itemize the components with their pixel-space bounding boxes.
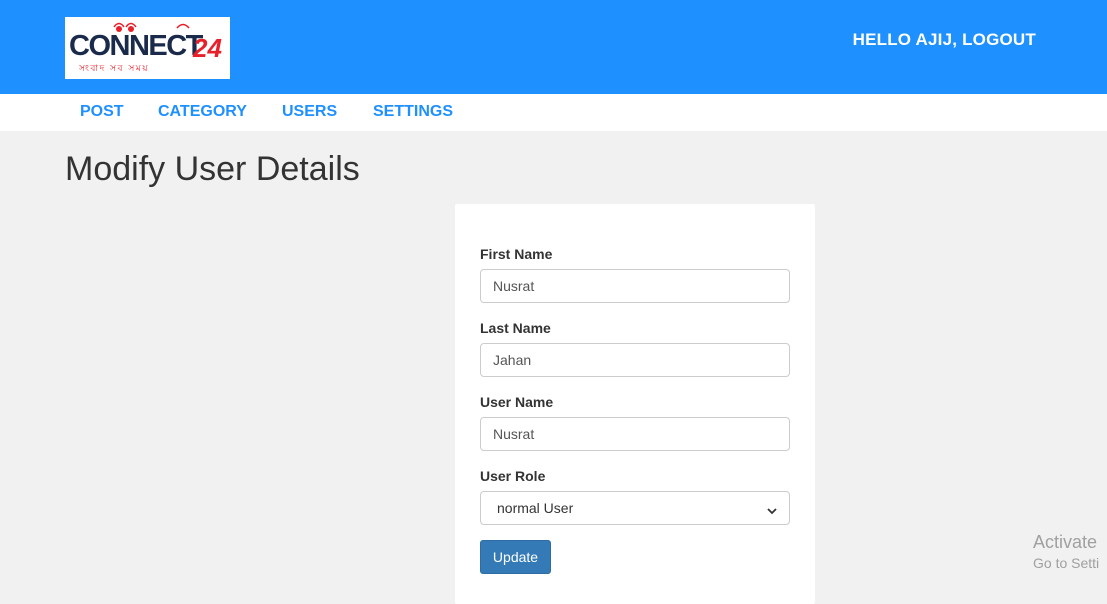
last-name-input[interactable] bbox=[480, 343, 790, 377]
svg-text:24: 24 bbox=[192, 33, 222, 63]
watermark-line-1: Activate bbox=[1033, 532, 1098, 552]
modify-user-form: First Name Last Name User Name User Role… bbox=[455, 204, 815, 604]
user-role-label: User Role bbox=[480, 468, 546, 484]
nav-item-post[interactable]: POST bbox=[80, 103, 124, 121]
user-role-selected-value: normal User bbox=[497, 500, 574, 516]
logo-icon: CONNECT 24 সংবাদ সব সময় bbox=[69, 22, 222, 74]
user-greeting-logout-link[interactable]: HELLO AJIJ, LOGOUT bbox=[853, 30, 1036, 50]
first-name-label: First Name bbox=[480, 246, 553, 262]
windows-activation-watermark: Activate Go to Setti bbox=[1033, 532, 1099, 571]
site-header: CONNECT 24 সংবাদ সব সময় HELLO AJIJ, LOG… bbox=[0, 0, 1107, 94]
user-name-label: User Name bbox=[480, 394, 554, 410]
chevron-down-icon bbox=[767, 503, 777, 515]
site-logo[interactable]: CONNECT 24 সংবাদ সব সময় bbox=[65, 17, 230, 79]
svg-text:CONNECT: CONNECT bbox=[69, 30, 204, 62]
nav-item-users[interactable]: USERS bbox=[282, 103, 337, 121]
svg-text:সংবাদ সব সময়: সংবাদ সব সময় bbox=[78, 64, 149, 74]
watermark-line-2: Go to Setti bbox=[1033, 554, 1100, 571]
first-name-input[interactable] bbox=[480, 269, 790, 303]
update-button[interactable]: Update bbox=[480, 540, 551, 574]
nav-item-category[interactable]: CATEGORY bbox=[158, 103, 247, 121]
page-title: Modify User Details bbox=[65, 150, 360, 188]
user-name-input[interactable] bbox=[480, 417, 790, 451]
last-name-label: Last Name bbox=[480, 320, 551, 336]
main-nav: POST CATEGORY USERS SETTINGS bbox=[0, 94, 1107, 131]
nav-item-settings[interactable]: SETTINGS bbox=[373, 103, 453, 121]
user-role-select[interactable]: normal User bbox=[480, 491, 790, 525]
